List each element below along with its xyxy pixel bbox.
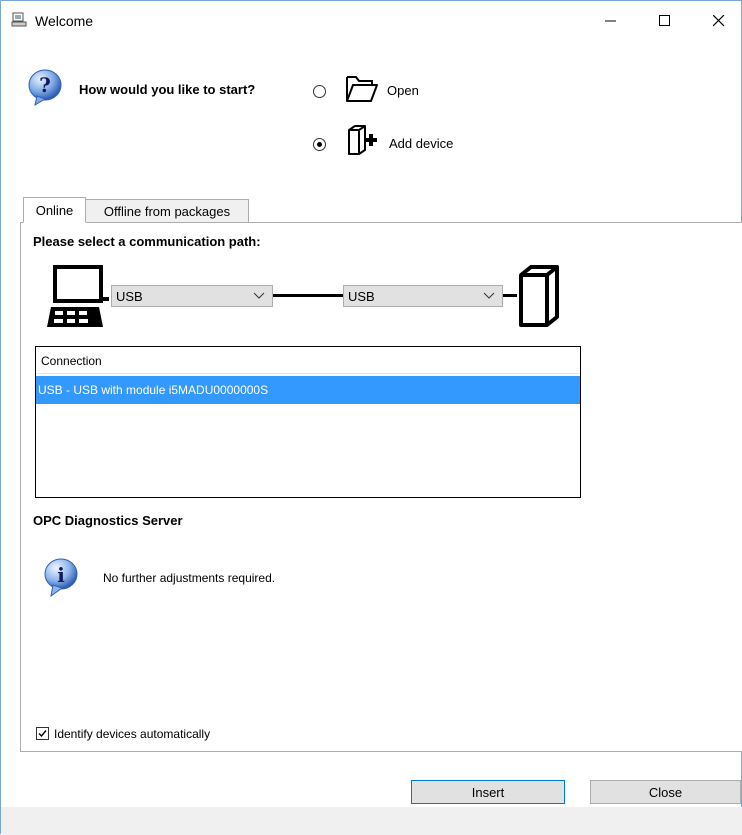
tab-online[interactable]: Online	[23, 197, 86, 223]
folder-open-icon	[345, 72, 379, 107]
computer-icon	[43, 263, 113, 332]
status-strip	[1, 807, 742, 835]
path-combo-right[interactable]: USB	[343, 285, 503, 307]
connection-column-header[interactable]: Connection	[36, 347, 580, 374]
device-icon	[513, 263, 563, 332]
close-button[interactable]: Close	[590, 780, 741, 804]
start-question: How would you like to start?	[79, 82, 256, 97]
insert-button[interactable]: Insert	[411, 780, 565, 804]
opc-title: OPC Diagnostics Server	[33, 513, 183, 528]
maximize-icon	[659, 15, 670, 26]
maximize-button[interactable]	[642, 1, 688, 41]
minimize-button[interactable]	[588, 1, 634, 41]
identify-checkbox[interactable]	[36, 727, 49, 740]
connection-list-item[interactable]: USB - USB with module i5MADU0000000S	[36, 376, 580, 404]
app-icon	[11, 12, 29, 31]
add-device-icon	[345, 124, 381, 159]
svg-text:?: ?	[39, 73, 51, 97]
path-connector-line	[273, 294, 343, 297]
identify-label[interactable]: Identify devices automatically	[54, 727, 210, 741]
open-option-label[interactable]: Open	[387, 83, 419, 98]
info-icon: i	[41, 556, 81, 601]
close-icon	[713, 15, 725, 27]
path-combo-left[interactable]: USB	[111, 285, 273, 307]
welcome-window: Welcome ? How would you like to start? O…	[0, 0, 742, 835]
window-title: Welcome	[35, 13, 94, 29]
svg-text:i: i	[57, 563, 65, 587]
chevron-down-icon	[483, 292, 495, 299]
close-button-label: Close	[648, 784, 683, 800]
minimize-icon	[605, 20, 616, 22]
chevron-down-icon	[253, 292, 265, 299]
insert-button-label: Insert	[471, 784, 505, 800]
add-device-radio[interactable]	[313, 138, 326, 151]
path-combo-left-value: USB	[116, 288, 143, 304]
checkmark-icon	[38, 730, 47, 738]
tab-online-label: Online	[35, 202, 74, 218]
path-combo-right-value: USB	[348, 288, 375, 304]
tab-offline-from-packages[interactable]: Offline from packages	[85, 199, 249, 223]
open-radio[interactable]	[313, 85, 326, 98]
opc-info-text: No further adjustments required.	[103, 571, 276, 585]
connection-list[interactable]: Connection USB - USB with module i5MADU0…	[35, 346, 581, 498]
path-title: Please select a communication path:	[33, 234, 261, 249]
title-bar: Welcome	[1, 1, 741, 41]
question-icon: ?	[25, 67, 67, 112]
tab-offline-label: Offline from packages	[103, 203, 231, 219]
add-device-option-label[interactable]: Add device	[389, 136, 453, 151]
close-window-button[interactable]	[696, 1, 742, 41]
